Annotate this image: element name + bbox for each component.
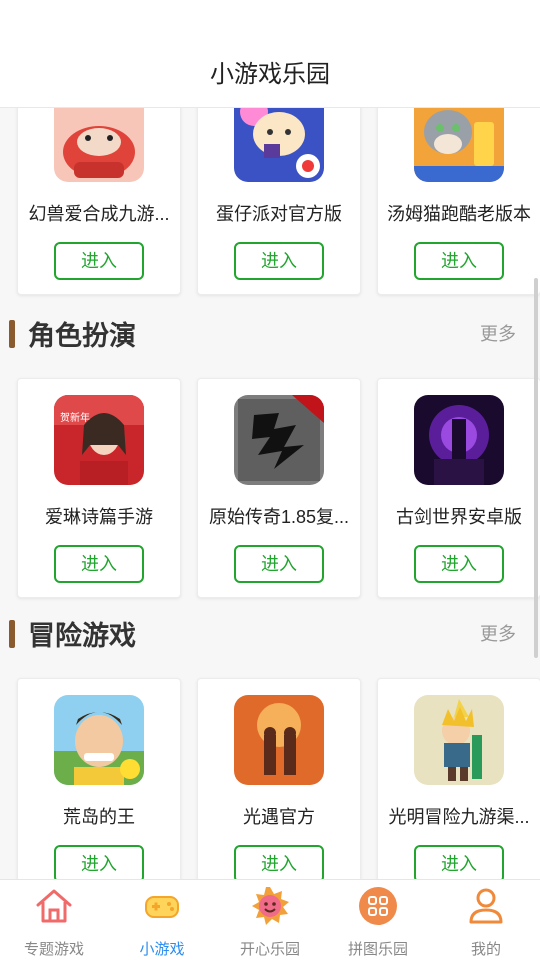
tom-cat-game-icon[interactable]	[414, 108, 504, 182]
tab-label: 拼图乐园	[347, 941, 408, 958]
game-list-scroll[interactable]: 幻兽爱合成九游... 进入 蛋仔派对官方版 进入 汤姆猫跑酷老版本 进入 角色扮…	[0, 108, 540, 879]
enter-button[interactable]: 进入	[234, 242, 324, 280]
red-dragon-game-icon[interactable]	[54, 108, 144, 182]
game-name: 光明冒险九游渠...	[388, 807, 530, 827]
game-name: 爱琳诗篇手游	[45, 507, 153, 527]
game-card[interactable]: 光遇官方 进入	[197, 678, 361, 879]
section-title: 冒险游戏	[28, 621, 136, 651]
section-marker	[9, 320, 15, 348]
more-link[interactable]: 更多	[480, 620, 516, 646]
game-card[interactable]: 贺新年 爱琳诗篇手游 进入	[17, 378, 181, 598]
enter-button[interactable]: 进入	[234, 545, 324, 583]
enter-button[interactable]: 进入	[54, 845, 144, 879]
tab-label: 开心乐园	[239, 941, 300, 958]
enter-button[interactable]: 进入	[414, 845, 504, 879]
game-name: 幻兽爱合成九游...	[28, 204, 170, 224]
bottom-tab-bar: 专题游戏 小游戏 开心乐园 拼图乐园 我的	[0, 879, 540, 960]
game-name: 蛋仔派对官方版	[216, 204, 342, 224]
tab-label: 专题游戏	[23, 941, 84, 958]
section-title: 角色扮演	[28, 321, 136, 351]
enter-button[interactable]: 进入	[54, 242, 144, 280]
tab-happy-park[interactable]: 开心乐园	[216, 880, 324, 960]
game-card[interactable]: 荒岛的王 进入	[17, 678, 181, 879]
tab-mine[interactable]: 我的	[432, 880, 540, 960]
enter-button[interactable]: 进入	[54, 545, 144, 583]
section-marker	[9, 620, 15, 648]
game-card[interactable]: 光明冒险九游渠... 进入	[377, 678, 540, 879]
woman-portrait-game-icon[interactable]: 贺新年	[54, 395, 144, 485]
game-card[interactable]: 幻兽爱合成九游... 进入	[17, 108, 181, 295]
home-icon	[34, 886, 74, 926]
game-card[interactable]: 原始传奇1.85复... 进入	[197, 378, 361, 598]
game-name: 汤姆猫跑酷老版本	[387, 204, 531, 224]
game-card[interactable]: 汤姆猫跑酷老版本 进入	[377, 108, 540, 295]
grid-icon	[358, 886, 398, 926]
tab-topic-games[interactable]: 专题游戏	[0, 880, 108, 960]
more-link[interactable]: 更多	[480, 320, 516, 346]
cartoon-man-game-icon[interactable]	[54, 695, 144, 785]
section-header-role-play: 角色扮演 更多	[0, 308, 540, 368]
section-header-adventure: 冒险游戏 更多	[0, 608, 540, 668]
svg-text:贺新年: 贺新年	[60, 411, 90, 424]
game-name: 荒岛的王	[63, 807, 135, 827]
tab-label: 我的	[470, 941, 501, 958]
game-name: 古剑世界安卓版	[396, 507, 522, 527]
sky-children-game-icon[interactable]	[234, 695, 324, 785]
tab-label: 小游戏	[139, 941, 185, 958]
game-card[interactable]: 蛋仔派对官方版 进入	[197, 108, 361, 295]
smiley-sun-icon	[250, 886, 290, 926]
enter-button[interactable]: 进入	[414, 242, 504, 280]
game-name: 原始传奇1.85复...	[208, 507, 350, 527]
enter-button[interactable]: 进入	[414, 545, 504, 583]
top-bar: 小游戏乐园	[0, 0, 540, 108]
enter-button[interactable]: 进入	[234, 845, 324, 879]
game-card[interactable]: 古剑世界安卓版 进入	[377, 378, 540, 598]
purple-throne-game-icon[interactable]	[414, 395, 504, 485]
page-title: 小游戏乐园	[210, 61, 330, 88]
gamepad-icon	[142, 886, 182, 926]
tab-puzzle-park[interactable]: 拼图乐园	[324, 880, 432, 960]
scrollbar[interactable]	[534, 278, 538, 658]
pixel-hero-game-icon[interactable]	[414, 695, 504, 785]
game-name: 光遇官方	[243, 807, 315, 827]
dragon-calligraphy-game-icon[interactable]	[234, 395, 324, 485]
user-icon	[466, 886, 506, 926]
egg-party-game-icon[interactable]	[234, 108, 324, 182]
tab-mini-games[interactable]: 小游戏	[108, 880, 216, 960]
